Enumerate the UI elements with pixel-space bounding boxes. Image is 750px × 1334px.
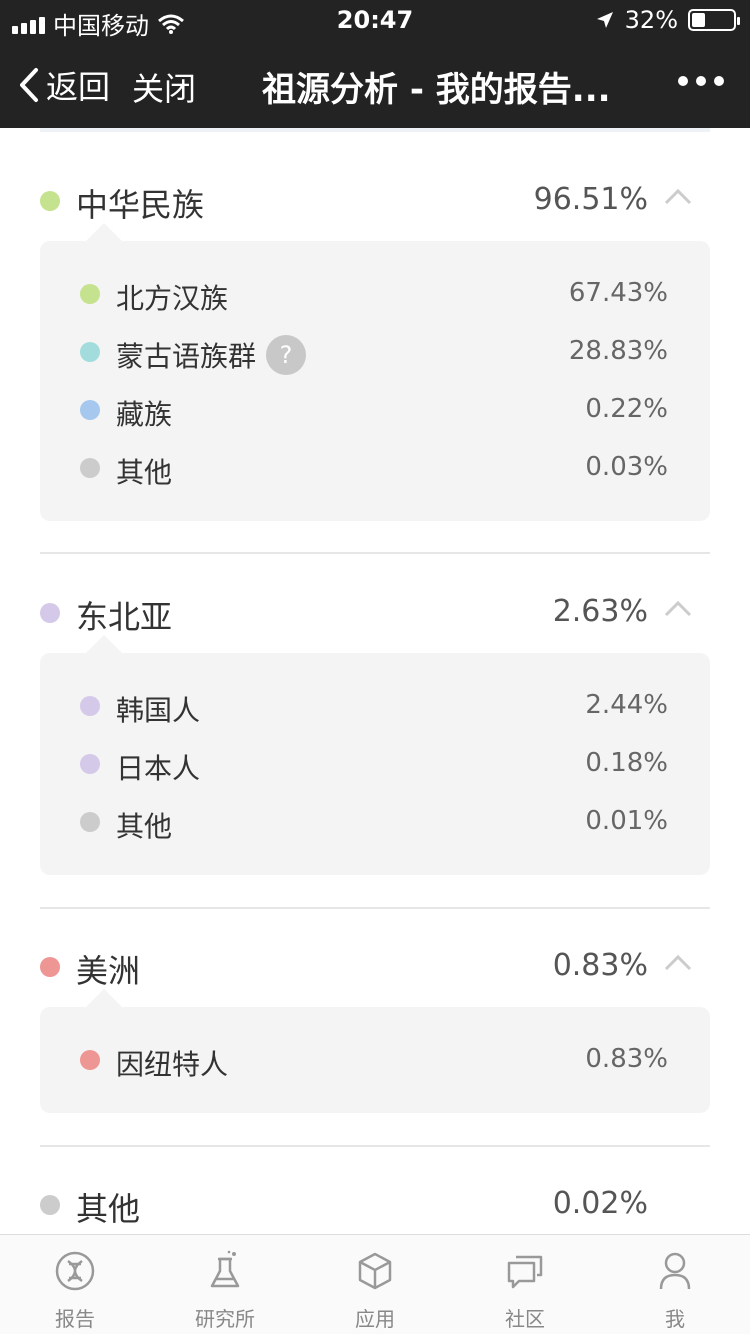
tab-label: 研究所 xyxy=(195,1307,255,1331)
item-name: 韩国人 xyxy=(116,694,201,727)
item-name-wrap: 蒙古语族群 ? xyxy=(116,335,307,375)
item-percent: 0.01% xyxy=(585,806,668,836)
section-detail-panel: 因纽特人 0.83% xyxy=(40,989,710,1113)
chevron-left-icon xyxy=(20,68,38,102)
chevron-up-icon[interactable] xyxy=(664,600,692,618)
item-color-dot xyxy=(80,754,100,774)
chevron-up-icon[interactable] xyxy=(664,954,692,972)
tab-lab[interactable]: 研究所 xyxy=(150,1235,300,1334)
list-item: 其他 0.03% xyxy=(40,439,710,497)
back-button[interactable]: 返回 xyxy=(18,62,110,108)
item-color-dot xyxy=(80,284,100,304)
previous-section-edge xyxy=(40,128,710,132)
nav-bar: 返回 关闭 祖源分析 - 我的报告... xyxy=(0,40,750,128)
tab-label: 社区 xyxy=(505,1307,545,1331)
battery-fill xyxy=(692,13,705,27)
list-item: 因纽特人 0.83% xyxy=(40,1031,710,1089)
item-color-dot xyxy=(80,342,100,362)
item-name: 因纽特人 xyxy=(116,1048,229,1081)
section-name: 中华民族 xyxy=(76,186,205,224)
item-percent: 0.03% xyxy=(585,452,668,482)
section-header[interactable]: 美洲 0.83% xyxy=(40,924,710,1004)
tab-me[interactable]: 我 xyxy=(600,1235,750,1334)
dna-icon xyxy=(55,1251,95,1291)
item-color-dot xyxy=(80,696,100,716)
section-divider xyxy=(40,552,710,554)
section-header[interactable]: 中华民族 96.51% xyxy=(40,158,710,238)
section-percent: 96.51% xyxy=(533,182,648,217)
cube-icon xyxy=(358,1252,392,1290)
ancestry-section: 中华民族 96.51% 北方汉族 67.43% 蒙古语族群 ? 28.83% 藏… xyxy=(40,158,710,521)
back-label: 返回 xyxy=(46,68,111,106)
list-item: 其他 0.01% xyxy=(40,793,710,851)
item-percent: 2.44% xyxy=(585,690,668,720)
item-color-dot xyxy=(80,812,100,832)
item-color-dot xyxy=(80,1050,100,1070)
person-icon xyxy=(659,1252,691,1290)
section-color-dot xyxy=(40,1195,60,1215)
flask-icon xyxy=(210,1250,240,1288)
list-item: 韩国人 2.44% xyxy=(40,677,710,735)
close-button[interactable]: 关闭 xyxy=(132,64,196,110)
tab-report[interactable]: 报告 xyxy=(0,1235,150,1334)
section-color-dot xyxy=(40,191,60,211)
item-color-dot xyxy=(80,458,100,478)
tab-community[interactable]: 社区 xyxy=(450,1235,600,1334)
chat-icon xyxy=(507,1255,543,1289)
section-header[interactable]: 其他 0.02% xyxy=(40,1162,710,1234)
list-item: 蒙古语族群 ? 28.83% xyxy=(40,323,710,381)
section-name: 美洲 xyxy=(76,952,141,990)
item-percent: 28.83% xyxy=(568,336,668,366)
tab-apps[interactable]: 应用 xyxy=(300,1235,450,1334)
section-detail-panel: 韩国人 2.44% 日本人 0.18% 其他 0.01% xyxy=(40,635,710,875)
section-detail-panel: 北方汉族 67.43% 蒙古语族群 ? 28.83% 藏族 0.22% 其他 0… xyxy=(40,223,710,521)
item-percent: 0.83% xyxy=(585,1044,668,1074)
help-icon[interactable]: ? xyxy=(266,335,307,375)
item-percent: 0.18% xyxy=(585,748,668,778)
ancestry-section: 美洲 0.83% 因纽特人 0.83% xyxy=(40,924,710,1113)
chevron-up-icon[interactable] xyxy=(664,188,692,206)
section-percent: 0.02% xyxy=(552,1186,648,1221)
list-item: 日本人 0.18% xyxy=(40,735,710,793)
page-title: 祖源分析 - 我的报告... xyxy=(262,70,611,110)
list-item: 北方汉族 67.43% xyxy=(40,265,710,323)
item-color-dot xyxy=(80,400,100,420)
item-percent: 67.43% xyxy=(568,278,668,308)
more-button[interactable] xyxy=(678,76,724,86)
tab-label: 应用 xyxy=(355,1307,395,1331)
section-percent: 2.63% xyxy=(552,594,648,629)
section-color-dot xyxy=(40,957,60,977)
list-item: 藏族 0.22% xyxy=(40,381,710,439)
item-name: 藏族 xyxy=(116,398,173,431)
section-divider xyxy=(40,907,710,909)
status-bar: 中国移动 20:47 32% xyxy=(0,0,750,40)
item-name: 蒙古语族群 xyxy=(116,340,257,373)
item-name: 日本人 xyxy=(116,752,201,785)
section-name: 东北亚 xyxy=(76,598,173,636)
section-divider xyxy=(40,1145,710,1147)
item-name: 北方汉族 xyxy=(116,282,229,315)
section-percent: 0.83% xyxy=(552,948,648,983)
top-bar: 中国移动 20:47 32% 返回 关闭 祖源分析 - 我的报告... xyxy=(0,0,750,128)
section-color-dot xyxy=(40,603,60,623)
item-percent: 0.22% xyxy=(585,394,668,424)
section-header[interactable]: 东北亚 2.63% xyxy=(40,570,710,650)
location-arrow-icon xyxy=(596,12,613,28)
section-name: 其他 xyxy=(76,1190,141,1228)
tab-label: 我 xyxy=(665,1307,685,1331)
tab-bar: 报告 研究所 应用 社区 我 xyxy=(0,1234,750,1334)
tab-label: 报告 xyxy=(55,1307,95,1331)
ancestry-section: 东北亚 2.63% 韩国人 2.44% 日本人 0.18% 其他 0.01% xyxy=(40,570,710,875)
ancestry-section: 其他 0.02% xyxy=(40,1162,710,1234)
battery-percent: 32% xyxy=(624,6,678,34)
item-name: 其他 xyxy=(116,456,173,489)
battery-icon xyxy=(688,9,740,31)
item-name: 其他 xyxy=(116,810,173,843)
report-content[interactable]: 中华民族 96.51% 北方汉族 67.43% 蒙古语族群 ? 28.83% 藏… xyxy=(0,128,750,1234)
